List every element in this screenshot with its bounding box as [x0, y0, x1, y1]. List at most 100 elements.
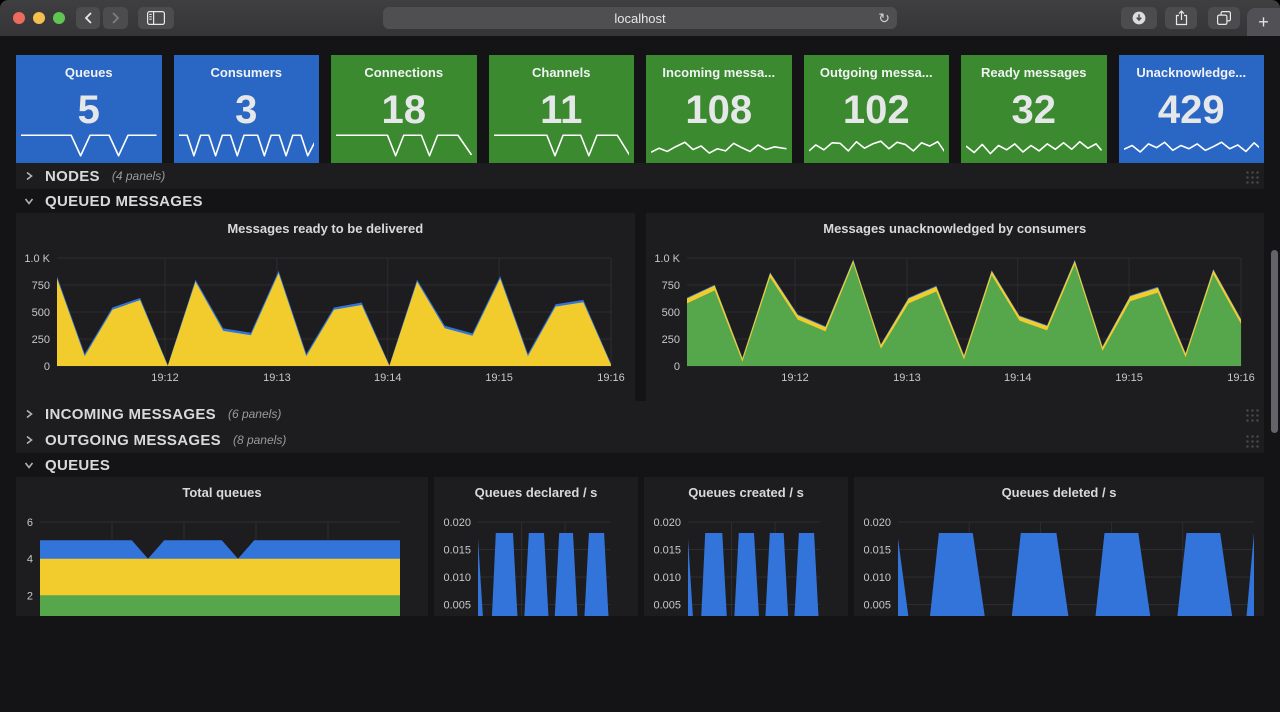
svg-text:19:12: 19:12: [151, 372, 179, 384]
stat-title: Consumers: [174, 65, 320, 80]
svg-text:6: 6: [27, 517, 33, 529]
stat-panel-channels[interactable]: Channels 11: [489, 55, 635, 163]
stat-value: 18: [331, 90, 477, 130]
row-drag-handle[interactable]: [1244, 169, 1259, 184]
svg-text:0.005: 0.005: [863, 600, 891, 612]
tab-overview-button[interactable]: [1208, 7, 1240, 29]
svg-text:0.020: 0.020: [653, 517, 681, 529]
share-button[interactable]: [1165, 7, 1197, 29]
svg-text:19:12: 19:12: [781, 372, 809, 384]
row-drag-handle[interactable]: [1244, 433, 1259, 448]
svg-text:250: 250: [661, 334, 679, 346]
reload-icon[interactable]: ↻: [878, 9, 890, 27]
stat-title: Queues: [16, 65, 162, 80]
stat-title: Incoming messa...: [646, 65, 792, 80]
stat-panels-row: Queues 5 Consumers 3 Connections 18 Chan…: [16, 36, 1264, 163]
stat-title: Connections: [331, 65, 477, 80]
svg-text:0.015: 0.015: [443, 545, 471, 557]
row-incoming-messages[interactable]: INCOMING MESSAGES (6 panels): [16, 401, 1264, 427]
chart-canvas[interactable]: 1.0 K750500250019:1219:1319:1419:1519:16: [16, 213, 635, 401]
stat-sparkline: [336, 132, 472, 159]
sidebar-icon: [147, 11, 165, 25]
address-bar[interactable]: localhost ↻: [383, 7, 897, 29]
stat-panel-outgoing-messages[interactable]: Outgoing messa... 102: [804, 55, 950, 163]
stat-value: 108: [646, 90, 792, 130]
stat-panel-consumers[interactable]: Consumers 3: [174, 55, 320, 163]
chart-canvas[interactable]: 1.0 K750500250019:1219:1319:1419:1519:16: [646, 213, 1265, 401]
row-panel-count: (8 panels): [233, 433, 286, 447]
svg-text:19:15: 19:15: [1115, 372, 1143, 384]
panel-title[interactable]: Total queues: [16, 485, 428, 500]
row-panel-count: (6 panels): [228, 407, 281, 421]
panel-title[interactable]: Queues created / s: [644, 485, 848, 500]
svg-text:19:16: 19:16: [597, 372, 625, 384]
sidebar-toggle-button[interactable]: [138, 7, 174, 29]
svg-text:500: 500: [32, 307, 50, 319]
svg-text:2: 2: [27, 590, 33, 602]
svg-text:0.020: 0.020: [443, 517, 471, 529]
svg-text:0.020: 0.020: [863, 517, 891, 529]
svg-text:0.005: 0.005: [443, 600, 471, 612]
panel-title[interactable]: Queues declared / s: [434, 485, 638, 500]
svg-text:750: 750: [661, 280, 679, 292]
row-drag-handle[interactable]: [1244, 407, 1259, 422]
stat-sparkline: [179, 132, 315, 159]
svg-text:750: 750: [32, 280, 50, 292]
stat-panel-queues[interactable]: Queues 5: [16, 55, 162, 163]
stat-panel-incoming-messages[interactable]: Incoming messa... 108: [646, 55, 792, 163]
panel-queues-deleted[interactable]: Queues deleted / s 0.0200.0150.0100.005: [854, 477, 1264, 616]
stat-value: 32: [961, 90, 1107, 130]
panel-title[interactable]: Messages ready to be delivered: [16, 221, 635, 236]
grafana-dashboard: Queues 5 Consumers 3 Connections 18 Chan…: [0, 36, 1280, 712]
chevron-down-icon: [24, 460, 34, 470]
downloads-button[interactable]: [1121, 7, 1157, 29]
new-tab-button[interactable]: +: [1247, 8, 1280, 36]
chevron-right-icon: [111, 12, 120, 24]
traffic-light-minimize-button[interactable]: [33, 12, 45, 24]
svg-text:250: 250: [32, 334, 50, 346]
page-scrollbar-thumb[interactable]: [1271, 250, 1278, 433]
stat-sparkline: [494, 132, 630, 159]
stat-sparkline: [966, 132, 1102, 159]
panel-queues-created[interactable]: Queues created / s 0.020 0.015 0.010 0.005: [644, 477, 848, 616]
forward-button[interactable]: [103, 7, 128, 29]
panel-title[interactable]: Messages unacknowledged by consumers: [646, 221, 1265, 236]
stat-panel-connections[interactable]: Connections 18: [331, 55, 477, 163]
download-icon: [1132, 11, 1146, 25]
panel-queues-declared[interactable]: Queues declared / s 0.020 0.015 0.010 0.005: [434, 477, 638, 616]
row-outgoing-messages[interactable]: OUTGOING MESSAGES (8 panels): [16, 427, 1264, 453]
svg-text:0.005: 0.005: [653, 600, 681, 612]
stat-title: Ready messages: [961, 65, 1107, 80]
back-button[interactable]: [76, 7, 100, 29]
chevron-right-icon: [24, 171, 34, 181]
chevron-down-icon: [24, 196, 34, 206]
svg-text:500: 500: [661, 307, 679, 319]
queues-panels: Total queues 642 Queues declared / s 0.0…: [16, 477, 1264, 616]
traffic-light-zoom-button[interactable]: [53, 12, 65, 24]
row-nodes[interactable]: NODES (4 panels): [16, 163, 1264, 189]
row-title: QUEUES: [45, 457, 110, 474]
row-queued-messages[interactable]: QUEUED MESSAGES: [16, 189, 1264, 213]
panel-messages-unacknowledged[interactable]: Messages unacknowledged by consumers 1.0…: [646, 213, 1265, 401]
tabs-icon: [1217, 11, 1231, 25]
row-queues[interactable]: QUEUES: [16, 453, 1264, 477]
stat-panel-unacknowledged-messages[interactable]: Unacknowledge... 429: [1119, 55, 1265, 163]
svg-text:0.010: 0.010: [443, 572, 471, 584]
panel-total-queues[interactable]: Total queues 642: [16, 477, 428, 616]
stat-title: Channels: [489, 65, 635, 80]
queued-messages-panels: Messages ready to be delivered 1.0 K 750 5…: [16, 213, 1264, 401]
svg-text:19:15: 19:15: [485, 372, 513, 384]
svg-text:0.010: 0.010: [653, 572, 681, 584]
stat-value: 429: [1119, 90, 1265, 130]
row-title: QUEUED MESSAGES: [45, 193, 203, 210]
stat-value: 11: [489, 90, 635, 130]
stat-panel-ready-messages[interactable]: Ready messages 32: [961, 55, 1107, 163]
stat-sparkline: [21, 132, 157, 159]
panel-messages-ready[interactable]: Messages ready to be delivered 1.0 K 750 5…: [16, 213, 635, 401]
traffic-light-close-button[interactable]: [13, 12, 25, 24]
svg-text:1.0 K: 1.0 K: [24, 253, 50, 265]
stat-value: 5: [16, 90, 162, 130]
panel-title[interactable]: Queues deleted / s: [854, 485, 1264, 500]
row-panel-count: (4 panels): [112, 169, 165, 183]
svg-text:0.015: 0.015: [653, 545, 681, 557]
